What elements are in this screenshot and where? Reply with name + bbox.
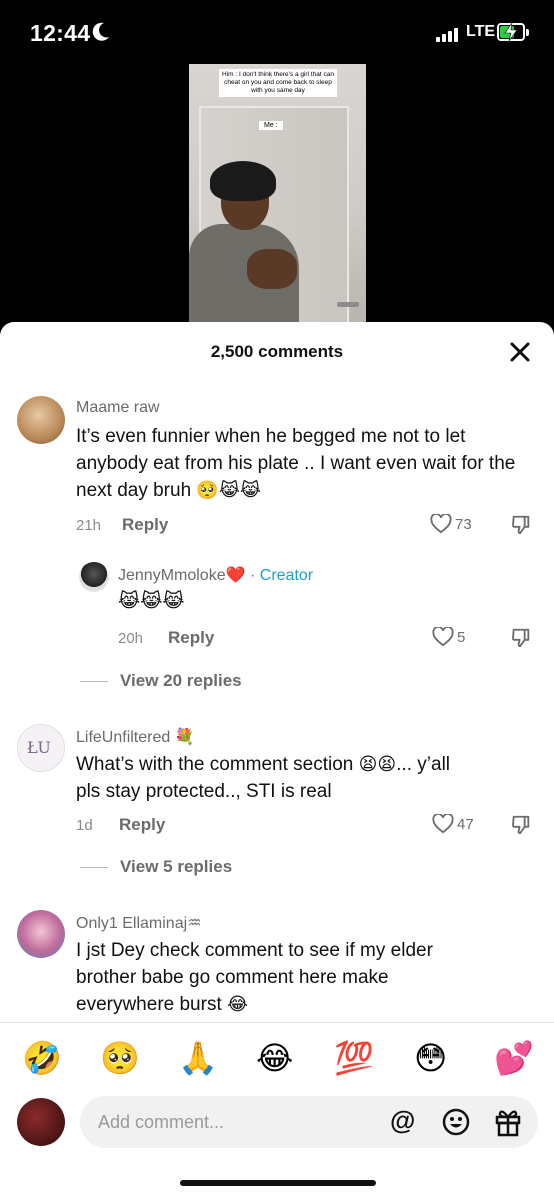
quick-emoji-row: 🤣 🥺 🙏 😂 💯 😳 💕 xyxy=(0,1022,554,1092)
view-replies-button[interactable]: View 5 replies xyxy=(80,857,232,877)
comment-text: It’s even funnier when he begged me not … xyxy=(76,423,536,504)
view-replies-label: View 20 replies xyxy=(120,671,242,690)
comment-item: Only1 Ellaminaj♒ I jst Dey check comment… xyxy=(0,904,554,1024)
comment-text: I jst Dey check comment to see if my eld… xyxy=(76,937,476,1018)
quick-emoji-pray[interactable]: 🙏 xyxy=(178,1039,218,1077)
comment-text-body: It’s even funnier when he begged me not … xyxy=(76,426,516,501)
video-caption: Him : I don't think there's a girl that … xyxy=(219,69,337,97)
sheet-header: 2,500 comments xyxy=(0,322,554,380)
thumbs-down-icon[interactable] xyxy=(510,814,532,836)
reply-item: JennyMmoloke❤️ · Creator 😹😹😹 20h Reply 5 xyxy=(0,554,554,664)
comment-emojis: 😫😫 xyxy=(358,754,397,774)
comment-item: ŁU LifeUnfiltered 💐 What’s with the comm… xyxy=(0,718,554,848)
close-icon[interactable] xyxy=(508,340,532,364)
reply-emojis: 😹😹😹 xyxy=(118,591,185,612)
comment-text: What’s with the comment section 😫😫... y’… xyxy=(76,751,536,805)
quick-emoji-rofl[interactable]: 🤣 xyxy=(22,1039,62,1077)
quick-emoji-flushed[interactable]: 😳 xyxy=(414,1039,447,1077)
view-replies-button[interactable]: View 20 replies xyxy=(80,671,242,691)
thumbs-down-icon[interactable] xyxy=(510,627,532,649)
comment-text-body: I jst Dey check comment to see if my eld… xyxy=(76,940,433,1015)
comment-time: 21h xyxy=(76,517,102,534)
signal-icon xyxy=(436,26,458,42)
divider-line xyxy=(80,866,108,868)
heart-outline-icon xyxy=(430,514,452,534)
divider-line xyxy=(80,680,108,682)
comment-username[interactable]: Only1 Ellaminaj♒ xyxy=(76,913,202,933)
reply-username-text: JennyMmoloke❤️ xyxy=(118,567,246,584)
mention-icon[interactable]: @ xyxy=(390,1105,415,1136)
status-bar: 12:44 LTE xyxy=(0,0,554,64)
comment-text-line: What’s with the comment section 😫😫... y’… xyxy=(76,751,536,778)
quick-emoji-joy[interactable]: 😂 xyxy=(256,1039,293,1077)
comment-text-part: What’s with the comment section xyxy=(76,754,354,775)
avatar[interactable] xyxy=(17,396,65,444)
view-replies-label: View 5 replies xyxy=(120,857,233,876)
reply-button[interactable]: Reply xyxy=(168,628,214,648)
quick-emoji-pleading[interactable]: 🥺 xyxy=(100,1039,140,1077)
creator-badge: · Creator xyxy=(249,567,314,584)
status-time: 12:44 xyxy=(30,20,91,46)
avatar[interactable] xyxy=(17,910,65,958)
network-type: LTE xyxy=(466,23,496,40)
moon-icon xyxy=(92,22,109,41)
quick-emoji-hundred[interactable]: 💯 xyxy=(334,1039,374,1077)
avatar[interactable]: ŁU xyxy=(17,724,65,772)
reply-username[interactable]: JennyMmoloke❤️ · Creator xyxy=(118,565,313,585)
video-preview[interactable]: Him : I don't think there's a girl that … xyxy=(189,64,366,326)
heart-outline-icon xyxy=(432,627,454,647)
like-button[interactable]: 73 xyxy=(430,514,472,534)
video-me-label: Me : xyxy=(259,121,283,130)
comment-input-row: Add comment... @ xyxy=(0,1092,554,1199)
comment-username[interactable]: LifeUnfiltered 💐 xyxy=(76,727,195,747)
comment-text-line: pls stay protected.., STI is real xyxy=(76,781,332,802)
like-button[interactable]: 5 xyxy=(432,627,465,647)
avatar-monogram: ŁU xyxy=(27,738,51,757)
like-count: 47 xyxy=(457,815,474,833)
comment-count: 2,500 comments xyxy=(210,342,344,361)
emoji-icon[interactable] xyxy=(442,1108,470,1136)
like-count: 73 xyxy=(455,515,472,533)
comment-input-placeholder: Add comment... xyxy=(98,1112,225,1132)
comment-emojis: 😂 xyxy=(227,994,249,1014)
reply-button[interactable]: Reply xyxy=(122,515,168,535)
quick-emoji-hearts[interactable]: 💕 xyxy=(494,1039,534,1077)
like-button[interactable]: 47 xyxy=(432,814,474,834)
thumbs-down-icon[interactable] xyxy=(510,514,532,536)
avatar[interactable] xyxy=(79,562,109,592)
comment-item: Maame raw It’s even funnier when he begg… xyxy=(0,390,554,550)
home-indicator xyxy=(180,1180,376,1186)
comment-time: 1d xyxy=(76,817,93,834)
like-count: 5 xyxy=(457,628,466,646)
comment-emojis: 🥺😹😹 xyxy=(196,480,261,500)
comment-text-tail: ... y’all xyxy=(396,754,451,775)
comment-input[interactable]: Add comment... @ xyxy=(80,1096,538,1148)
gift-icon[interactable] xyxy=(494,1107,522,1137)
video-door-handle xyxy=(337,302,359,307)
reply-time: 20h xyxy=(118,630,144,647)
video-person-cap xyxy=(210,161,276,201)
comment-username[interactable]: Maame raw xyxy=(76,399,160,417)
video-person-hands xyxy=(247,249,297,289)
reply-button[interactable]: Reply xyxy=(119,815,165,835)
battery-nub xyxy=(526,29,529,36)
current-user-avatar[interactable] xyxy=(17,1098,65,1146)
heart-outline-icon xyxy=(432,814,454,834)
charging-icon xyxy=(504,22,518,42)
